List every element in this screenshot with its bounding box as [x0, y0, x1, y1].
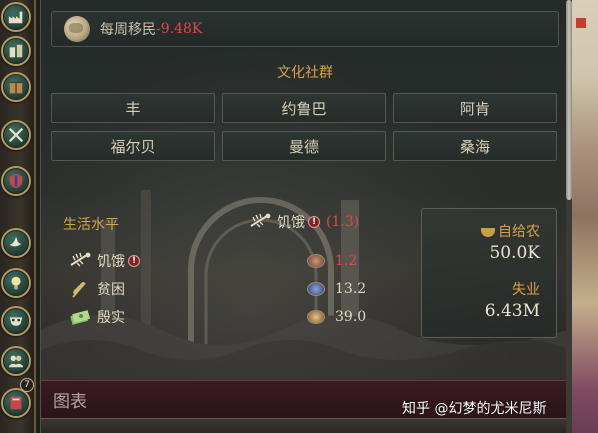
- book-icon[interactable]: [1, 388, 31, 418]
- money-icon: [70, 310, 91, 325]
- warning-icon: !: [128, 255, 140, 267]
- subsistence-label-row: 自给农: [481, 221, 540, 241]
- culture-item[interactable]: 福尔贝: [51, 131, 215, 161]
- sidebar-rail: 7: [0, 0, 36, 433]
- strata-row-wealthy[interactable]: 殷实: [69, 306, 125, 328]
- strata-value: 13.2: [335, 281, 367, 297]
- culture-item[interactable]: 曼德: [222, 131, 386, 161]
- bottom-frame: [41, 418, 569, 433]
- strata-label: 殷实: [97, 310, 125, 326]
- buildings-icon[interactable]: [1, 36, 31, 66]
- wheat-icon: [72, 282, 86, 298]
- population-panel: 每周移民 -9.48K 文化社群 丰 约鲁巴 阿肯 福尔贝 曼德 桑海 生活水平 …: [40, 0, 569, 433]
- strata-label: 饥饿: [97, 254, 125, 270]
- chart-section-label: 图表: [53, 392, 87, 412]
- strata-value: 1.2: [335, 253, 358, 269]
- culture-title: 文化社群: [277, 65, 333, 81]
- dove-icon[interactable]: [1, 228, 31, 258]
- standard-of-living-title: 生活水平: [63, 217, 119, 233]
- people-icon[interactable]: [1, 346, 31, 376]
- map-marker: [576, 18, 586, 28]
- status-value: (1.3): [326, 214, 360, 230]
- map-view-edge[interactable]: [572, 0, 598, 433]
- pop-portrait-icon: [307, 282, 325, 296]
- status-label: 饥饿: [277, 215, 305, 231]
- strata-value-poor: 13.2: [307, 278, 366, 300]
- mask-icon[interactable]: [1, 306, 31, 336]
- migration-label: 每周移民: [100, 22, 156, 38]
- strata-row-poor[interactable]: 贫困: [69, 278, 125, 300]
- warning-icon: !: [308, 216, 320, 228]
- unemployed-value: 6.43M: [484, 301, 540, 321]
- fish-bones-icon: [70, 252, 91, 267]
- strata-value: 39.0: [335, 309, 367, 325]
- weekly-migration-bar[interactable]: 每周移民 -9.48K: [51, 11, 559, 47]
- bowl-icon: [481, 227, 495, 237]
- culture-item[interactable]: 阿肯: [393, 93, 557, 123]
- culture-item[interactable]: 丰: [51, 93, 215, 123]
- crossed-swords-icon[interactable]: [1, 120, 31, 150]
- shield-icon[interactable]: [1, 166, 31, 196]
- strata-value-starving: 1.2: [307, 250, 357, 272]
- pop-portrait-icon: [307, 254, 325, 268]
- notification-badge: 7: [20, 378, 34, 392]
- strata-row-starving[interactable]: 饥饿 !: [69, 250, 140, 272]
- standard-of-living-status[interactable]: 饥饿 ! (1.3): [249, 212, 359, 232]
- strata-label: 贫困: [97, 282, 125, 298]
- subsistence-label: 自给农: [498, 224, 540, 240]
- globe-icon: [64, 16, 90, 42]
- subsistence-value: 50.0K: [489, 243, 540, 263]
- strata-value-wealthy: 39.0: [307, 306, 366, 328]
- culture-item[interactable]: 约鲁巴: [222, 93, 386, 123]
- culture-item[interactable]: 桑海: [393, 131, 557, 161]
- factory-icon[interactable]: [1, 2, 31, 32]
- watermark-text: 知乎 @幻梦的尤米尼斯: [402, 401, 547, 417]
- migration-value: -9.48K: [156, 21, 203, 37]
- lightbulb-icon[interactable]: [1, 268, 31, 298]
- unemployed-label: 失业: [512, 282, 540, 298]
- game-screen: 7 每周移民 -9.48K 文化社群 丰 约鲁巴 阿肯 福尔贝 曼德 桑海 生活…: [0, 0, 598, 433]
- crate-icon[interactable]: [1, 72, 31, 102]
- pop-portrait-icon: [307, 310, 325, 324]
- fish-bones-icon: [250, 213, 271, 228]
- employment-stats-box: 自给农 50.0K 失业 6.43M: [421, 208, 557, 338]
